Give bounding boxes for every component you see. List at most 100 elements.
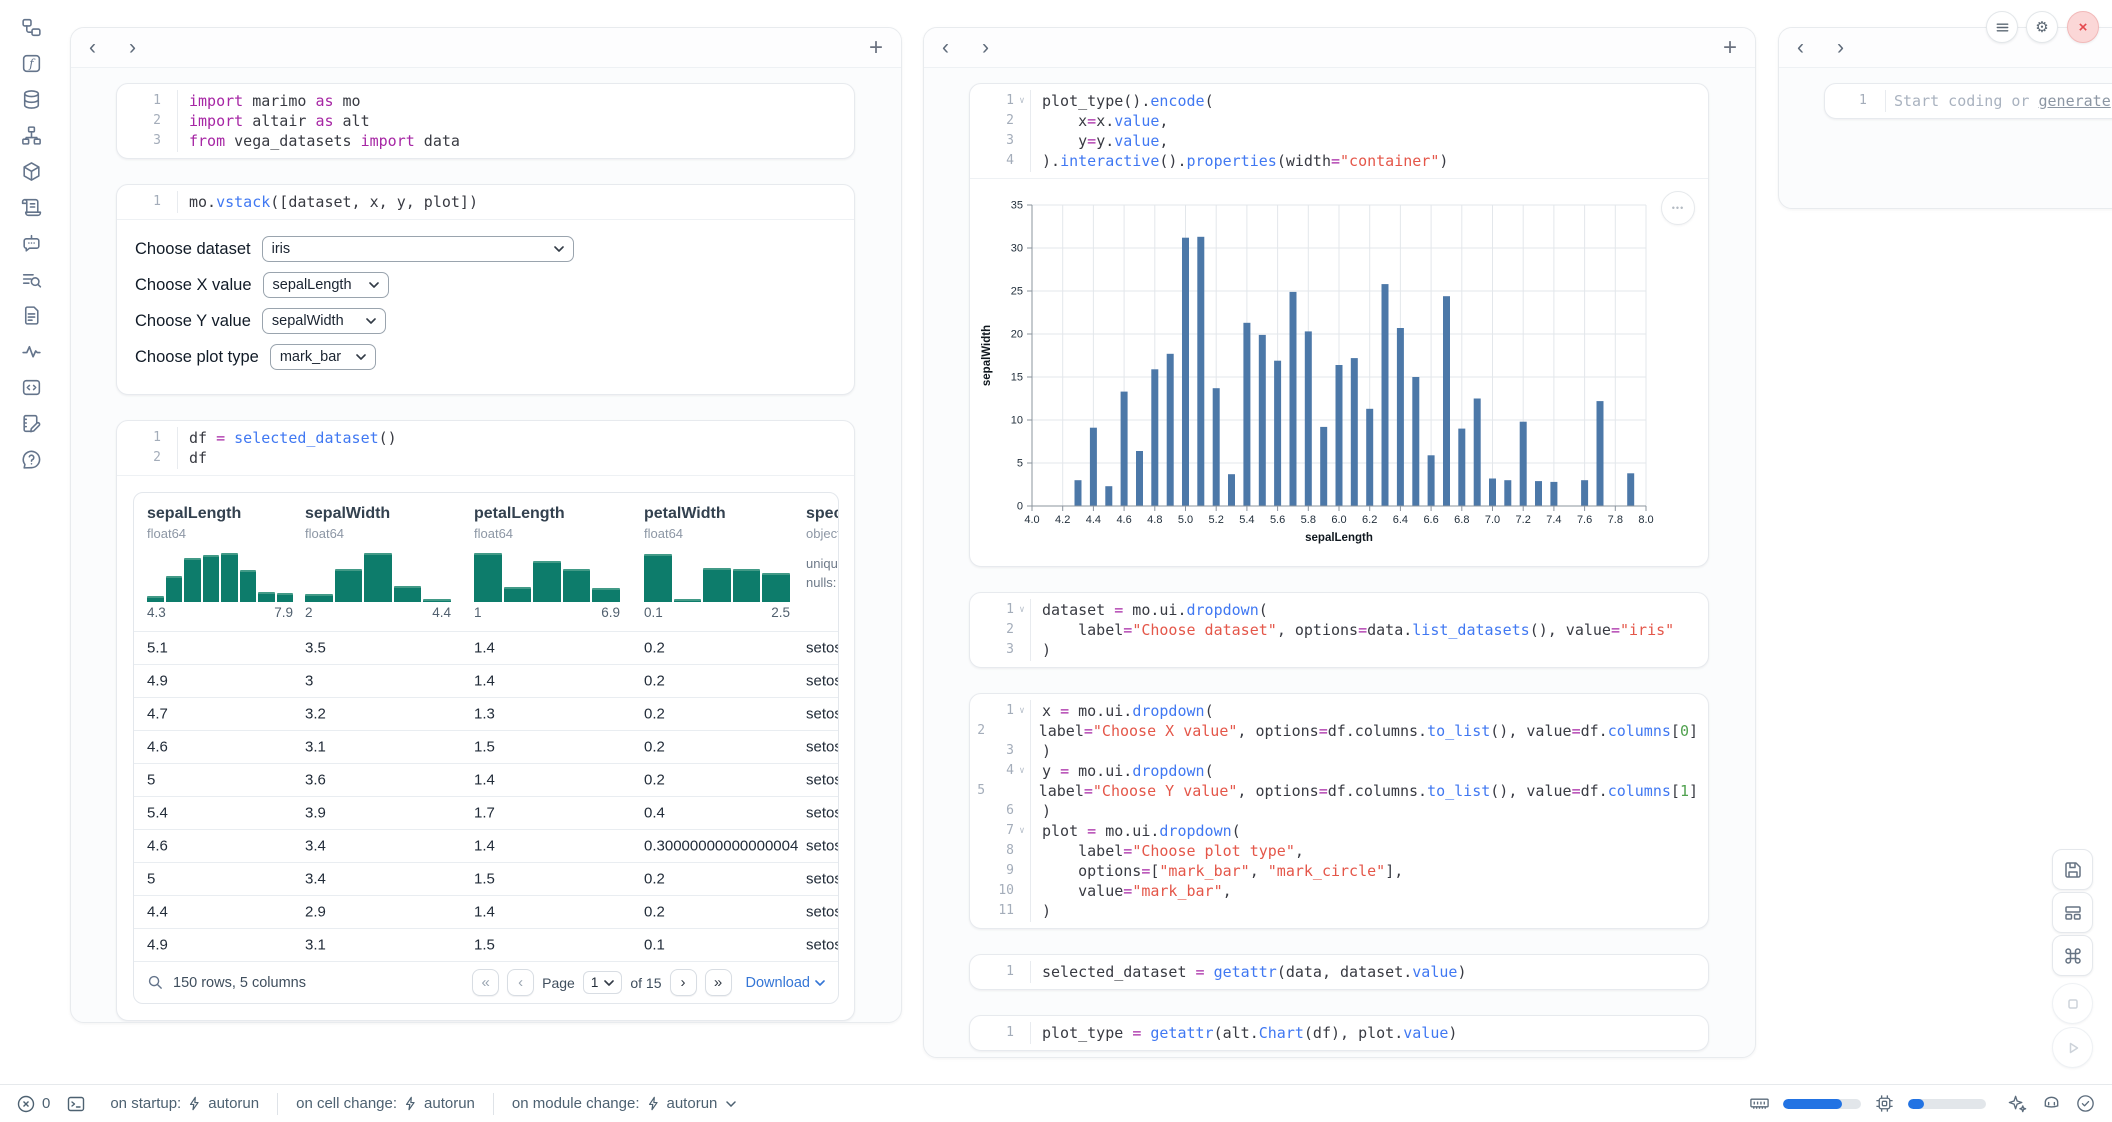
package-icon[interactable] <box>20 160 43 183</box>
dropdown-select[interactable]: mark_bar <box>270 344 376 370</box>
svg-text:7.4: 7.4 <box>1546 514 1561 526</box>
column-header-petalWidth[interactable]: petalWidthfloat640.12.5 <box>644 505 790 620</box>
fold-chevron-icon[interactable]: ∨ <box>1014 600 1030 620</box>
activity-sidebar: f <box>0 0 62 1080</box>
code-line: 4∨y = mo.ui.dropdown( <box>970 761 1698 781</box>
svg-text:5.2: 5.2 <box>1209 514 1224 526</box>
stop-icon[interactable] <box>2052 983 2093 1024</box>
column-header-species[interactable]: speciesobjectunique:nulls: <box>806 505 839 592</box>
chevron-left-icon[interactable]: ‹ <box>89 37 129 58</box>
cpu-icon <box>1874 1093 1895 1114</box>
prev-page-button[interactable]: ‹ <box>507 969 534 996</box>
fold-chevron-icon <box>1014 901 1030 921</box>
search-list-icon[interactable] <box>20 268 43 291</box>
fold-chevron-icon <box>1014 1023 1030 1043</box>
fold-chevron-icon[interactable]: ∨ <box>1014 821 1030 841</box>
code-cell-xy-plot-dropdowns[interactable]: 1∨x = mo.ui.dropdown(2 label="Choose X v… <box>969 693 1709 929</box>
line-number: 4 <box>970 151 1014 171</box>
run-config-1[interactable]: on cell change:autorun <box>278 1095 493 1112</box>
add-cell-button[interactable]: + <box>869 36 883 60</box>
error-indicator[interactable]: 0 <box>16 1094 50 1114</box>
add-cell-button[interactable]: + <box>1723 36 1737 60</box>
database-icon[interactable] <box>20 88 43 111</box>
line-number: 2 <box>970 111 1014 131</box>
menu-icon[interactable] <box>1986 11 2018 43</box>
layout-grid-icon[interactable] <box>2052 892 2093 933</box>
svg-text:7.8: 7.8 <box>1608 514 1623 526</box>
code-cell-empty[interactable]: 1Start coding or generate with AI <box>1824 83 2112 119</box>
line-number: 7 <box>970 821 1014 841</box>
run-config-2[interactable]: on module change:autorun <box>494 1095 754 1112</box>
close-icon[interactable]: × <box>2067 11 2099 43</box>
fold-chevron-icon[interactable]: ∨ <box>1014 701 1030 721</box>
terminal-icon[interactable] <box>66 1094 86 1114</box>
chevron-right-icon[interactable]: › <box>1837 37 1877 58</box>
activity-trace-icon[interactable] <box>20 340 43 363</box>
code-line: 3) <box>970 741 1698 761</box>
chat-bot-icon[interactable] <box>20 232 43 255</box>
line-number: 3 <box>117 131 161 151</box>
code-line: 5 label="Choose Y value", options=df.col… <box>970 781 1698 801</box>
ai-sparkle-icon[interactable] <box>2007 1093 2028 1114</box>
code-line: 3 y=y.value, <box>970 131 1698 151</box>
copilot-icon[interactable] <box>2041 1093 2062 1114</box>
line-number: 8 <box>970 841 1014 861</box>
code-cell-selected-dataset[interactable]: 1selected_dataset = getattr(data, datase… <box>969 954 1709 990</box>
fold-chevron-icon[interactable]: ∨ <box>1014 91 1030 111</box>
column-header-petalLength[interactable]: petalLengthfloat6416.9 <box>474 505 620 620</box>
code-cell-vstack[interactable]: 1mo.vstack([dataset, x, y, plot]) Choose… <box>116 184 855 395</box>
gear-icon[interactable]: ⚙ <box>2026 11 2058 43</box>
fold-chevron-icon <box>161 131 177 151</box>
document-icon[interactable] <box>20 304 43 327</box>
next-page-button[interactable]: › <box>670 969 697 996</box>
column-header-sepalLength[interactable]: sepalLengthfloat644.37.9 <box>147 505 293 620</box>
dropdown-select[interactable]: iris <box>262 236 574 262</box>
dropdown-select[interactable]: sepalWidth <box>262 308 386 334</box>
cell-output-chart[interactable]: 051015202530354.04.24.44.64.85.05.25.45.… <box>970 178 1708 566</box>
search-icon[interactable] <box>147 974 164 991</box>
scratchpad-icon[interactable] <box>20 412 43 435</box>
file-tree-icon[interactable] <box>20 16 43 39</box>
last-page-button[interactable]: » <box>705 969 732 996</box>
chevron-left-icon[interactable]: ‹ <box>1797 37 1837 58</box>
code-snippet-icon[interactable] <box>20 376 43 399</box>
logs-scroll-icon[interactable] <box>20 196 43 219</box>
line-number: 1 <box>117 428 161 448</box>
code-cell-dataframe[interactable]: 1df = selected_dataset()2df sepalLengthf… <box>116 420 855 1021</box>
first-page-button[interactable]: « <box>472 969 499 996</box>
svg-text:6.2: 6.2 <box>1362 514 1377 526</box>
dependency-graph-icon[interactable] <box>20 124 43 147</box>
chevron-right-icon[interactable]: › <box>982 37 1022 58</box>
run-config-0[interactable]: on startup:autorun <box>92 1095 277 1112</box>
code-line: 1∨x = mo.ui.dropdown( <box>970 701 1698 721</box>
fold-chevron-icon <box>1867 91 1882 111</box>
connection-status-icon[interactable] <box>2075 1093 2096 1114</box>
cell-output-controls: Choose datasetirisChoose X valuesepalLen… <box>117 219 854 394</box>
page-total-label: of 15 <box>630 975 661 991</box>
page-select[interactable]: 1 <box>583 971 623 994</box>
functions-icon[interactable]: f <box>20 52 43 75</box>
line-number: 3 <box>970 640 1014 660</box>
code-line: 2 label="Choose X value", options=df.col… <box>970 721 1698 741</box>
chevron-left-icon[interactable]: ‹ <box>942 37 982 58</box>
fold-chevron-icon <box>161 428 177 448</box>
code-cell-plot-type[interactable]: 1plot_type = getattr(alt.Chart(df), plot… <box>969 1015 1709 1051</box>
run-icon[interactable] <box>2052 1027 2093 1068</box>
code-cell-plot[interactable]: 1∨plot_type().encode(2 x=x.value,3 y=y.v… <box>969 83 1709 567</box>
download-link[interactable]: Download <box>746 975 826 991</box>
fold-chevron-icon[interactable]: ∨ <box>1014 761 1030 781</box>
dropdown-select[interactable]: sepalLength <box>263 272 389 298</box>
help-icon[interactable] <box>20 448 43 471</box>
svg-text:4.8: 4.8 <box>1147 514 1162 526</box>
altair-bar-chart[interactable]: 051015202530354.04.24.44.64.85.05.25.45.… <box>970 181 1707 557</box>
column-header-sepalWidth[interactable]: sepalWidthfloat6424.4 <box>305 505 451 620</box>
svg-text:6.8: 6.8 <box>1454 514 1469 526</box>
save-icon[interactable] <box>2052 849 2093 890</box>
chart-menu-button[interactable]: ••• <box>1661 191 1695 225</box>
code-cell-dataset-dropdown[interactable]: 1∨dataset = mo.ui.dropdown(2 label="Choo… <box>969 592 1709 668</box>
column-histogram <box>644 550 790 602</box>
table-row: 4.63.41.40.30000000000000004setosa <box>134 829 838 862</box>
chevron-right-icon[interactable]: › <box>129 37 169 58</box>
code-cell-imports[interactable]: 1import marimo as mo2import altair as al… <box>116 83 855 159</box>
command-icon[interactable] <box>2052 935 2093 976</box>
